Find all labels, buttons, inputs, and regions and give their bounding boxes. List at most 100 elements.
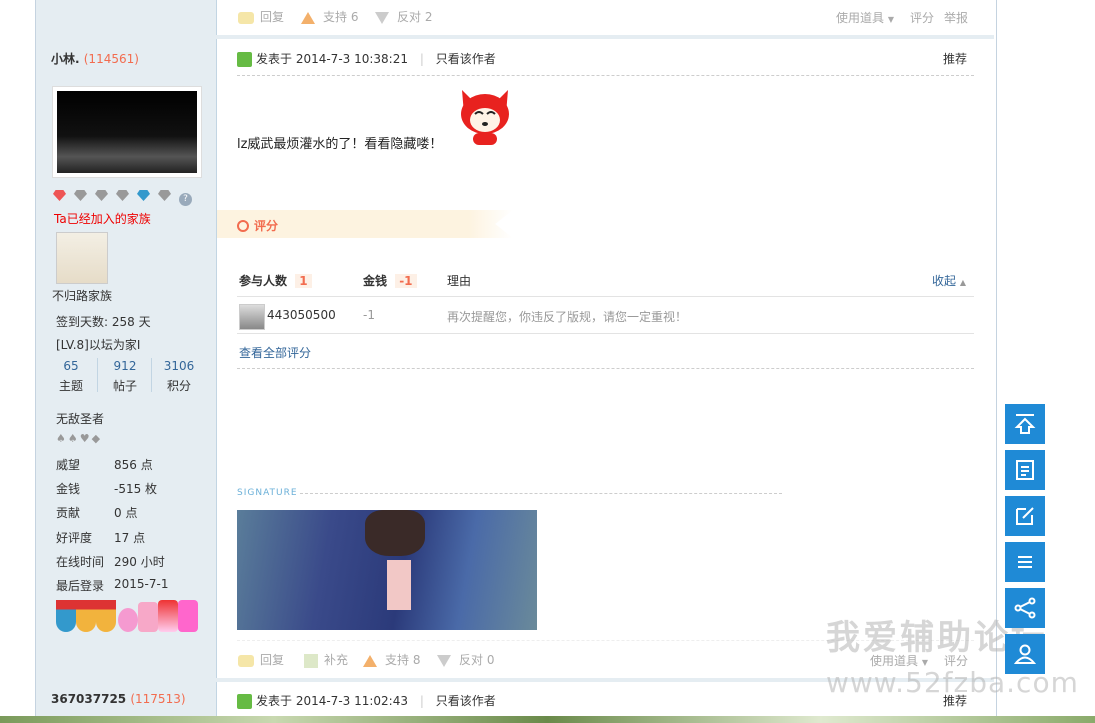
family-name[interactable]: 不归路家族 xyxy=(52,287,112,304)
user-level[interactable]: [LV.8]以坛为家I xyxy=(56,336,140,353)
author-avatar[interactable] xyxy=(52,86,202,178)
reply-icon xyxy=(238,654,254,667)
menu-button[interactable] xyxy=(1005,542,1045,582)
author-name[interactable]: 小林. (114561) xyxy=(51,50,139,67)
medal-icon[interactable] xyxy=(138,602,158,632)
profile-label: 在线时间 xyxy=(56,555,105,569)
family-label: Ta已经加入的家族 xyxy=(54,212,151,226)
medal-row xyxy=(56,600,199,634)
stat-points-label: 积分 xyxy=(166,379,191,393)
profile-value: 290 小时 xyxy=(114,555,165,569)
post-divider xyxy=(36,35,994,39)
signature-image xyxy=(237,510,537,630)
profile-label: 好评度 xyxy=(56,531,93,545)
post-list-icon xyxy=(1016,460,1034,480)
reply-icon xyxy=(238,11,254,24)
gem-icon xyxy=(95,190,108,201)
thumb-down-icon xyxy=(375,11,389,24)
rater-avatar[interactable] xyxy=(239,304,265,330)
profile-label: 威望 xyxy=(56,458,81,472)
gem-badges: ? xyxy=(53,190,192,206)
profile-value: 0 点 xyxy=(114,506,138,520)
gem-icon xyxy=(53,190,66,201)
medal-icon[interactable] xyxy=(158,600,178,632)
online-status-icon xyxy=(237,694,252,709)
user-title: 无敌圣者 xyxy=(56,412,105,426)
user-icon xyxy=(1014,644,1036,664)
prev-reply-action[interactable]: 回复 xyxy=(238,8,284,25)
post-content: lz威武最烦灌水的了！看看隐藏喽！ xyxy=(237,137,443,152)
gem-icon xyxy=(74,190,87,201)
fox-emoticon-icon xyxy=(458,86,512,146)
stat-divider xyxy=(97,358,98,392)
prev-report-link[interactable]: 举报 xyxy=(944,9,968,26)
only-author-link[interactable]: 只看该作者 xyxy=(436,694,496,708)
rating-circle-icon xyxy=(237,220,249,232)
online-status-icon xyxy=(237,52,252,67)
thumb-down-icon xyxy=(437,654,451,667)
stat-points-count[interactable]: 3106 xyxy=(153,359,205,373)
stat-threads-label: 主题 xyxy=(58,379,83,393)
medal-icon[interactable] xyxy=(56,600,76,632)
prev-rate-link[interactable]: 评分 xyxy=(910,9,934,26)
prev-oppose-action[interactable]: 反对 2 xyxy=(375,8,432,25)
profile-label: 贡献 xyxy=(56,506,81,520)
medal-icon[interactable] xyxy=(96,600,116,632)
view-all-ratings-link[interactable]: 查看全部评分 xyxy=(239,344,311,361)
profile-label: 最后登录 xyxy=(56,579,105,593)
profile-value: -515 枚 xyxy=(114,482,158,496)
post-meta: 发表于 2014-7-3 11:02:43 | 只看该作者 xyxy=(237,692,496,709)
oppose-action[interactable]: 反对 0 xyxy=(437,651,494,668)
family-avatar[interactable] xyxy=(56,232,108,284)
divider xyxy=(237,368,974,369)
stat-posts-count[interactable]: 912 xyxy=(99,359,151,373)
reply-action[interactable]: 回复 xyxy=(238,651,284,668)
signature-label: SIGNATURE xyxy=(237,488,298,498)
checkin-days: 签到天数: 258 天 xyxy=(56,315,151,329)
rating-reason-header: 理由 xyxy=(447,274,472,288)
footer-strip xyxy=(0,716,1095,723)
rater-reason: 再次提醒您，你违反了版规，请您一定重视！ xyxy=(447,310,688,324)
medal-icon[interactable] xyxy=(76,600,96,632)
stat-posts-label: 帖子 xyxy=(112,379,137,393)
gem-icon xyxy=(116,190,129,201)
gem-icon xyxy=(137,190,150,201)
supplement-action[interactable]: 补充 xyxy=(304,651,348,668)
profile-value: 17 点 xyxy=(114,531,146,545)
edit-icon xyxy=(1016,507,1034,525)
rater-money: -1 xyxy=(363,308,375,322)
user-center-button[interactable] xyxy=(1005,634,1045,674)
quick-reply-button[interactable] xyxy=(1005,496,1045,536)
divider xyxy=(237,333,974,334)
back-to-top-icon xyxy=(1014,414,1036,434)
author-name[interactable]: 367037725 (117513) xyxy=(51,692,186,706)
prev-use-tool[interactable]: 使用道具 ▼ xyxy=(836,9,894,26)
support-action[interactable]: 支持 8 xyxy=(363,651,420,668)
medal-icon[interactable] xyxy=(178,600,198,632)
thumb-up-icon xyxy=(363,654,377,667)
thumb-up-icon xyxy=(301,11,315,24)
rating-participants: 参与人数 1 xyxy=(239,272,312,289)
rating-money-header: 金钱 -1 xyxy=(363,272,417,289)
profile-value: 856 点 xyxy=(114,458,153,472)
prev-support-action[interactable]: 支持 6 xyxy=(301,8,358,25)
help-icon[interactable]: ? xyxy=(179,193,192,206)
stat-threads-count[interactable]: 65 xyxy=(45,359,97,373)
back-to-top-button[interactable] xyxy=(1005,404,1045,444)
share-button[interactable] xyxy=(1005,588,1045,628)
post-meta: 发表于 2014-7-3 10:38:21 | 只看该作者 xyxy=(237,50,496,67)
signature-divider xyxy=(300,493,782,494)
add-note-icon xyxy=(304,653,318,668)
recommend-link[interactable]: 推荐 xyxy=(943,50,967,67)
profile-value: 2015-7-1 xyxy=(114,577,169,591)
medal-icon[interactable] xyxy=(118,608,138,632)
share-icon xyxy=(1014,597,1036,619)
stat-divider xyxy=(151,358,152,392)
profile-label: 金钱 xyxy=(56,482,81,496)
only-author-link[interactable]: 只看该作者 xyxy=(436,52,496,66)
divider xyxy=(237,75,974,76)
rater-name[interactable]: 443050500 xyxy=(267,308,336,322)
post-list-button[interactable] xyxy=(1005,450,1045,490)
suit-stars: ♠♠♥◆ xyxy=(56,432,103,445)
collapse-link[interactable]: 收起 ▲ xyxy=(932,272,966,289)
